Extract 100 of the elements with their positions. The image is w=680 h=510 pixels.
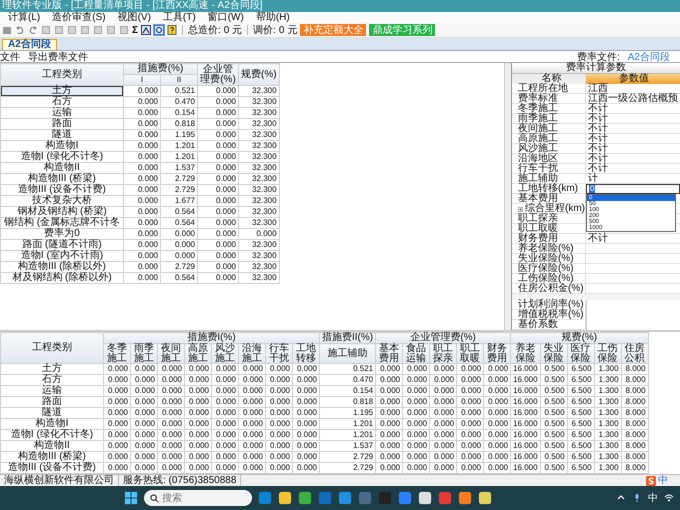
- table-cell[interactable]: 6.500: [567, 386, 594, 396]
- table-cell[interactable]: 0.000: [158, 430, 184, 440]
- table-cell[interactable]: 0.000: [198, 96, 238, 108]
- input-field[interactable]: [586, 300, 680, 310]
- table-cell[interactable]: 0.000: [104, 396, 130, 408]
- table-cell[interactable]: 32.300: [238, 272, 280, 284]
- table-cell[interactable]: 0.000: [456, 430, 484, 440]
- table-cell[interactable]: 0.000: [198, 262, 238, 272]
- table-cell[interactable]: 8.000: [621, 408, 648, 418]
- dropdown-field[interactable]: 0: [586, 184, 680, 194]
- menu-item[interactable]: 视图(V): [118, 12, 151, 23]
- table-cell[interactable]: 0.000: [238, 452, 266, 462]
- table-cell[interactable]: 0.000: [456, 386, 484, 396]
- table-cell[interactable]: 1.300: [594, 440, 622, 452]
- table-cell[interactable]: 0.000: [158, 374, 184, 386]
- redo-icon[interactable]: [28, 25, 38, 35]
- table-cell[interactable]: 0.500: [540, 386, 568, 396]
- undo-icon[interactable]: [15, 25, 25, 35]
- table-cell[interactable]: 0.000: [158, 408, 184, 418]
- table-cell[interactable]: 0.000: [376, 440, 403, 452]
- table-cell[interactable]: 0.000: [130, 364, 158, 374]
- table-cell[interactable]: 0.818: [320, 396, 376, 408]
- table-cell[interactable]: 0.000: [484, 418, 511, 430]
- table-cell[interactable]: 32.300: [238, 152, 280, 162]
- table-cell[interactable]: 0.000: [104, 418, 130, 430]
- table-cell[interactable]: 0.564: [160, 206, 198, 218]
- table-cell[interactable]: 32.300: [238, 140, 280, 152]
- menu-item[interactable]: 工具(T): [162, 12, 196, 23]
- table-cell[interactable]: 构造物III (除桥以外): [0, 262, 124, 272]
- table-cell[interactable]: 0.000: [130, 452, 158, 462]
- table-cell[interactable]: 0.000: [430, 396, 457, 408]
- menu-item[interactable]: 窗口(W): [208, 12, 244, 23]
- table-cell[interactable]: 0.000: [238, 374, 266, 386]
- table-cell[interactable]: 8.000: [621, 386, 648, 396]
- table-cell[interactable]: 0.000: [198, 140, 238, 152]
- table-cell[interactable]: 0.000: [376, 374, 403, 386]
- table-cell[interactable]: 0.000: [184, 430, 212, 440]
- help-icon[interactable]: [167, 25, 178, 35]
- table-cell[interactable]: 0.000: [292, 440, 320, 452]
- table-cell[interactable]: 技术复杂大桥: [0, 196, 124, 206]
- table-cell[interactable]: 32.300: [238, 96, 280, 108]
- table-cell[interactable]: 32.300: [238, 240, 280, 250]
- table-cell[interactable]: 0.000: [124, 140, 160, 152]
- table-cell[interactable]: 0.000: [266, 430, 292, 440]
- table-cell[interactable]: 0.000: [266, 374, 292, 386]
- table-cell[interactable]: 0.000: [402, 440, 430, 452]
- table-cell[interactable]: 1.300: [594, 364, 622, 374]
- table-cell[interactable]: 0.000: [266, 452, 292, 462]
- table-cell[interactable]: 0.000: [376, 452, 403, 462]
- table-cell[interactable]: 0.000: [184, 452, 212, 462]
- table-cell[interactable]: 0.500: [540, 364, 568, 374]
- table-cell[interactable]: 0.000: [184, 396, 212, 408]
- table-cell[interactable]: 2.729: [160, 262, 198, 272]
- table-cell[interactable]: 0.000: [104, 386, 130, 396]
- table-cell[interactable]: 8.000: [621, 364, 648, 374]
- table-cell[interactable]: 2.729: [160, 174, 198, 184]
- table-cell[interactable]: 1.300: [594, 452, 622, 462]
- menu-item[interactable]: 文件: [0, 50, 20, 64]
- table-cell[interactable]: 构造物I: [0, 418, 104, 430]
- table-cell[interactable]: 0.000: [484, 430, 511, 440]
- table-cell[interactable]: 0.000: [212, 408, 238, 418]
- table-cell[interactable]: 构造物I: [0, 140, 124, 152]
- table-cell[interactable]: 8.000: [621, 440, 648, 452]
- table-cell[interactable]: 0.500: [540, 418, 568, 430]
- table-cell[interactable]: 6.500: [567, 430, 594, 440]
- table-cell[interactable]: 32.300: [238, 130, 280, 140]
- table-cell[interactable]: 1.677: [160, 196, 198, 206]
- table-cell[interactable]: 路面: [0, 118, 124, 130]
- table-cell[interactable]: 6.500: [567, 374, 594, 386]
- table-cell[interactable]: 0.000: [158, 396, 184, 408]
- table-cell[interactable]: 16.000: [510, 374, 540, 386]
- table-cell[interactable]: 0.000: [198, 196, 238, 206]
- table-cell[interactable]: 16.000: [510, 364, 540, 374]
- table-cell[interactable]: 0.000: [266, 440, 292, 452]
- table-cell[interactable]: 0.500: [540, 430, 568, 440]
- table-cell[interactable]: 0.000: [238, 396, 266, 408]
- table-cell[interactable]: 0.000: [104, 374, 130, 386]
- table-cell[interactable]: 钢材及钢结构 (桥梁): [0, 206, 124, 218]
- table-cell[interactable]: 0.000: [430, 374, 457, 386]
- table-cell[interactable]: 0.000: [238, 408, 266, 418]
- table-cell[interactable]: 0.000: [376, 430, 403, 440]
- table-cell[interactable]: 0.000: [124, 118, 160, 130]
- table-cell[interactable]: 构造物III (桥梁): [0, 452, 104, 462]
- table-cell[interactable]: 0.000: [198, 184, 238, 196]
- table-cell[interactable]: 0.000: [130, 418, 158, 430]
- menu-item[interactable]: 帮助(H): [256, 12, 290, 23]
- table-cell[interactable]: 0.000: [484, 440, 511, 452]
- table-cell[interactable]: 0.470: [160, 96, 198, 108]
- table-cell[interactable]: 0.000: [104, 364, 130, 374]
- table-cell[interactable]: 造物I (室内不计雨): [0, 250, 124, 262]
- table-cell[interactable]: 0.000: [376, 418, 403, 430]
- table-cell[interactable]: 16.000: [510, 418, 540, 430]
- table-cell[interactable]: 0.000: [456, 452, 484, 462]
- table-cell[interactable]: 0.000: [184, 440, 212, 452]
- table-cell[interactable]: 0.000: [124, 206, 160, 218]
- table-cell[interactable]: 0.000: [484, 364, 511, 374]
- table-cell[interactable]: 0.000: [124, 272, 160, 284]
- table-cell[interactable]: 石方: [0, 374, 104, 386]
- table-cell[interactable]: 1.201: [160, 152, 198, 162]
- menu-item[interactable]: 计算(L): [8, 12, 40, 23]
